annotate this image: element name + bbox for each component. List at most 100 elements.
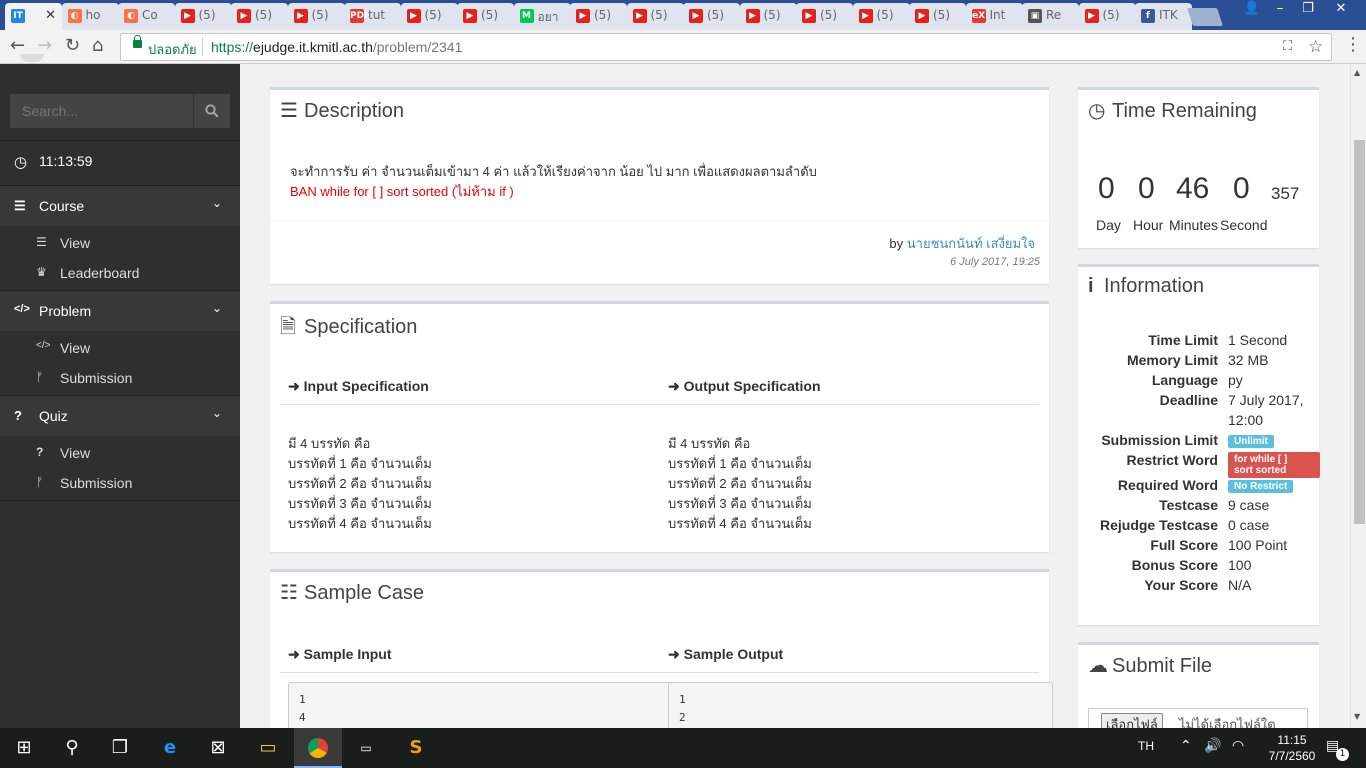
sidebar-item-quiz-view[interactable]: ? View	[0, 438, 240, 468]
browser-tab[interactable]: eX Int	[965, 3, 1023, 30]
sidebar-item-problem-submission[interactable]: ᚠ Submission	[0, 363, 240, 393]
bookmark-star-icon[interactable]: ☆	[1308, 37, 1323, 57]
sidebar-item-quiz-submission[interactable]: ᚠ Submission	[0, 468, 240, 498]
search-icon[interactable]: ⚲	[48, 728, 96, 768]
search-button[interactable]	[193, 94, 230, 128]
spec-line: บรรทัดที่ 2 คือ จำนวนเต็ม	[288, 476, 432, 491]
tab-title: (5)	[763, 8, 781, 22]
browser-tab[interactable]: ▶ (5)	[457, 3, 514, 30]
url-host: ejudge.it.kmitl.ac.th	[253, 39, 373, 55]
divider	[270, 220, 1049, 221]
info-value: 7 July 2017,	[1228, 392, 1304, 408]
new-tab-button[interactable]	[1187, 8, 1223, 26]
browser-tab[interactable]: ▶ (5)	[400, 3, 458, 30]
sign-out-icon: ➜	[668, 378, 680, 394]
post-date: 6 July 2017, 19:25	[950, 256, 1040, 268]
sidebar-section-course[interactable]: ☰ Course ⌄	[0, 185, 240, 226]
browser-tab[interactable]: ▶ (5)	[174, 3, 232, 30]
browser-tab[interactable]: M อยา	[513, 3, 571, 30]
submit-file-panel: ☁ Submit File เลือกไฟล์ ไม่ได้เลือกไฟล์ใด	[1078, 642, 1319, 728]
info-label: Rejudge Testcase	[1099, 517, 1218, 533]
list-icon: ☰	[14, 198, 26, 213]
description-text: จะทำการรับ ค่า จำนวนเต็มเข้ามา 4 ค่า แล้…	[290, 164, 817, 179]
browser-tab[interactable]: ▶ (5)	[739, 3, 797, 30]
file-input[interactable]: เลือกไฟล์ ไม่ได้เลือกไฟล์ใด	[1088, 708, 1308, 728]
tab-favicon-icon: ▶	[745, 9, 760, 23]
browser-tab[interactable]: f ITK	[1135, 3, 1192, 30]
translate-icon[interactable]: ⛶	[1283, 39, 1292, 54]
tab-favicon-icon: ▶	[237, 9, 251, 23]
info-label: Language	[1151, 372, 1218, 388]
sign-out-icon: ➜	[668, 646, 680, 662]
wifi-icon[interactable]: ◠	[1232, 738, 1244, 754]
badge-line: for while [ ]	[1234, 454, 1288, 465]
panel-title-text: Sample Case	[304, 582, 425, 604]
scrollbar-thumb[interactable]	[1354, 140, 1365, 524]
volume-icon[interactable]: 🔊	[1204, 738, 1221, 754]
browser-tab[interactable]: ▶ (5)	[852, 3, 910, 30]
page-scrollbar[interactable]: ▲ ▼	[1350, 64, 1366, 728]
browser-tab[interactable]: ▶ (5)	[909, 3, 966, 30]
panel-title-text: Specification	[304, 316, 418, 338]
chevron-up-icon[interactable]: ⌃	[1180, 738, 1192, 754]
url-text[interactable]: https://ejudge.it.kmitl.ac.th/problem/23…	[211, 39, 462, 55]
store-icon[interactable]: ⊠	[194, 728, 242, 768]
language-indicator[interactable]: TH	[1138, 739, 1154, 753]
system-clock[interactable]: 11:15 7/7/2560	[1262, 732, 1322, 764]
browser-tab[interactable]: ▶ (5)	[1078, 3, 1136, 30]
tab-title: (5)	[1102, 8, 1120, 22]
tab-title: (5)	[650, 8, 668, 22]
sidebar-item-problem-view[interactable]: </> View	[0, 333, 240, 363]
search-input[interactable]	[10, 94, 193, 128]
sample-input-heading: ➜ Sample Input	[288, 646, 392, 663]
windows-taskbar: ⊞ ⚲ ❐ e ⊠ ▭ ▭ S TH ⌃ 🔊 ◠ 11:15 7/7/2560 …	[0, 728, 1366, 768]
close-tab-icon[interactable]: ✕	[45, 8, 56, 23]
sidebar-section-problem[interactable]: </> Problem ⌄	[0, 290, 240, 331]
edge-browser-icon[interactable]: e	[146, 728, 194, 768]
scroll-down-arrow-icon[interactable]: ▼	[1354, 712, 1360, 721]
windows-start-icon[interactable]: ⊞	[0, 728, 48, 768]
tab-favicon-icon: ▶	[1084, 9, 1099, 23]
browser-tab[interactable]: PDF tut	[344, 3, 401, 30]
user-profile-icon[interactable]: 👤	[1238, 0, 1266, 18]
browser-tab[interactable]: ▶ (5)	[287, 3, 345, 30]
scroll-up-arrow-icon[interactable]: ▲	[1354, 68, 1360, 77]
sample-input-title: Sample Input	[303, 646, 392, 662]
url-path: /problem/2341	[372, 39, 463, 55]
sidebar-section-quiz[interactable]: ? Quiz ⌄	[0, 395, 240, 436]
browser-tab[interactable]: ▣ Re	[1022, 3, 1079, 30]
tab-title: (5)	[707, 8, 724, 22]
browser-tab[interactable]: ▶ (5)	[626, 3, 684, 30]
chrome-icon[interactable]	[294, 728, 342, 768]
back-arrow-icon[interactable]: ←	[10, 36, 25, 56]
home-icon[interactable]: ⌂	[92, 36, 103, 56]
panel-title-text: Time Remaining	[1112, 100, 1257, 122]
browser-tab[interactable]: ▶ (5)	[683, 3, 740, 30]
minimize-icon[interactable]: –	[1266, 0, 1294, 18]
browser-tab[interactable]: ▶ (5)	[796, 3, 853, 30]
terminal-icon[interactable]: ▭	[342, 728, 390, 768]
sidebar-item-leaderboard[interactable]: ♛ Leaderboard	[0, 258, 240, 288]
browser-tab[interactable]: ◐ Co	[118, 3, 175, 30]
required-word-badge: No Restrict	[1228, 480, 1294, 493]
forward-arrow-icon[interactable]: →	[37, 36, 52, 56]
restore-icon[interactable]: ❐	[1294, 0, 1322, 18]
browser-tab[interactable]: IT ✕	[5, 3, 62, 31]
menu-kebab-icon[interactable]: ⋮	[1344, 35, 1362, 55]
browser-tab[interactable]: ▶ (5)	[231, 3, 288, 30]
address-bar[interactable]: ปลอดภัย https://ejudge.it.kmitl.ac.th/pr…	[120, 33, 1332, 61]
close-window-icon[interactable]: ✕	[1324, 0, 1358, 18]
file-explorer-icon[interactable]: ▭	[244, 728, 292, 768]
sublime-text-icon[interactable]: S	[392, 728, 440, 768]
author-link[interactable]: นายชนกนันท์ เสงี่ยมใจ	[907, 236, 1035, 251]
sidebar-item-course-view[interactable]: ☰ View	[0, 228, 240, 258]
reload-icon[interactable]: ↻	[65, 36, 80, 56]
info-label: Deadline	[1159, 392, 1218, 408]
info-value: 32 MB	[1228, 352, 1269, 368]
task-view-icon[interactable]: ❐	[96, 728, 144, 768]
browser-tab[interactable]: ◐ ho	[61, 3, 119, 30]
code-icon: </>	[36, 340, 51, 351]
browser-tab[interactable]: ▶ (5)	[570, 3, 627, 30]
choose-file-button[interactable]: เลือกไฟล์	[1101, 713, 1163, 728]
info-label: Full Score	[1150, 537, 1218, 553]
